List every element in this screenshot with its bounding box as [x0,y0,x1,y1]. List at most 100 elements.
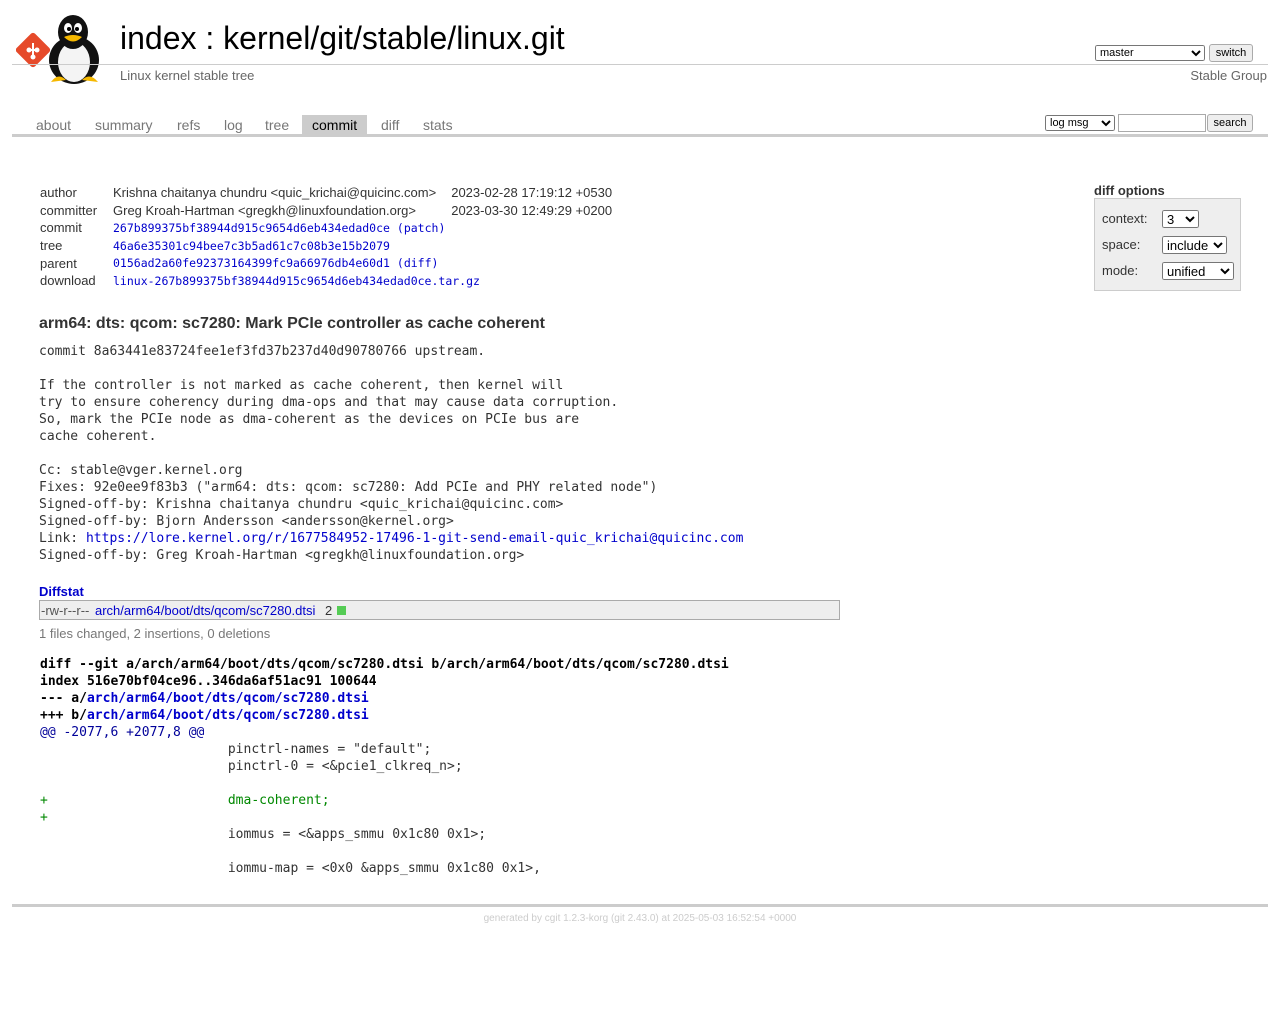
diffstat-insertion-bar [337,606,346,615]
parent-row: parent 0156ad2a60fe92373164399fc9a66976d… [40,254,612,272]
diffstat-table: -rw-r--r-- arch/arm64/boot/dts/qcom/sc72… [39,600,840,620]
diff-context-line: pinctrl-0 = <&pcie1_clkreq_n>; [40,759,463,774]
footer-prefix: generated by [483,913,545,924]
message-line: cache coherent. [39,429,157,444]
parent-diff-link[interactable]: diff [404,256,432,270]
parent-hash-cell: 0156ad2a60fe92373164399fc9a66976db4e60d1… [113,256,439,271]
diff-hunk-header: @@ -2077,6 +2077,8 @@ [40,725,205,740]
patch-link[interactable]: patch [404,221,439,235]
git-tux-logo-icon [15,15,99,84]
search-button[interactable]: search [1207,114,1253,132]
page-title: index : kernel/git/stable/linux.git [120,18,565,58]
committer-date: 2023-03-30 12:49:29 +0200 [451,202,613,218]
author-label: author [40,185,77,201]
diff-options-title: diff options [1094,183,1165,198]
tree-label: tree [40,238,63,254]
message-link-line: Link: https://lore.kernel.org/r/16775849… [39,530,743,547]
tab-commit[interactable]: commit [302,115,368,134]
switch-button[interactable]: switch [1209,44,1253,62]
diff-index-line: index 516e70bf04ce96..346da6af51ac91 100… [40,674,377,689]
diff-minus-line: --- a/arch/arm64/boot/dts/qcom/sc7280.dt… [40,690,729,707]
search-mode-select[interactable]: log msg [1045,115,1115,131]
lore-link[interactable]: https://lore.kernel.org/r/1677584952-174… [86,531,743,546]
message-line: If the controller is not marked as cache… [39,378,564,393]
diff-added-line: + [40,810,48,825]
tree-row: tree 46a6e35301c94bee7c3b5ad61c7c08b3e15… [40,237,612,255]
tab-tree[interactable]: tree [255,115,299,134]
space-select[interactable]: include [1162,236,1227,254]
author-value: Krishna chaitanya chundru <quic_krichai@… [113,185,437,201]
committer-value: Greg Kroah-Hartman <gregkh@linuxfoundati… [113,202,416,218]
space-label: space: [1102,237,1141,252]
tree-hash-link[interactable]: 46a6e35301c94bee7c3b5ad61c7c08b3e15b2079 [113,239,390,253]
mode-label: mode: [1102,263,1139,278]
diff-context-line [40,775,729,792]
message-line: So, mark the PCIe node as dma-coherent a… [39,412,580,427]
tab-summary[interactable]: summary [85,115,163,134]
repo-owner: Stable Group [1190,68,1267,83]
diffstat-count: 2 [325,603,333,618]
title-index-link[interactable]: index [120,20,197,56]
download-label: download [40,273,96,289]
message-blank [39,360,743,377]
diff-header-line: diff --git a/arch/arm64/boot/dts/qcom/sc… [40,657,729,672]
commit-hash-link[interactable]: 267b899375bf38944d915c9654d6eb434edad0ce [113,221,390,235]
message-line: Signed-off-by: Bjorn Andersson <andersso… [39,514,454,529]
download-link[interactable]: linux-267b899375bf38944d915c9654d6eb434e… [113,274,480,288]
link-prefix: Link: [39,531,86,546]
diff-context-line [40,843,729,860]
tab-refs[interactable]: refs [167,115,210,134]
minus-file-link[interactable]: arch/arm64/boot/dts/qcom/sc7280.dtsi [87,691,369,706]
tab-about[interactable]: about [26,115,81,134]
diff-added-line: + dma-coherent; [40,793,330,808]
download-row: download linux-267b899375bf38944d915c965… [40,272,612,290]
diffstat-file-mode: -rw-r--r-- [41,603,90,618]
footer: generated by cgit 1.2.3-korg (git 2.43.0… [0,913,1280,924]
commit-info-table: author Krishna chaitanya chundru <quic_k… [40,184,612,290]
commit-message: commit 8a63441e83724fee1ef3fd37b237d40d9… [39,343,743,564]
message-line: Fixes: 92e0ee9f83b3 ("arm64: dts: qcom: … [39,480,658,495]
cgit-version-link[interactable]: cgit 1.2.3-korg [545,913,608,924]
author-date: 2023-02-28 17:19:12 +0530 [451,185,613,201]
footer-git-version: (git 2.43.0) [610,913,659,924]
commit-hash-cell: 267b899375bf38944d915c9654d6eb434edad0ce… [113,220,446,235]
message-line: Signed-off-by: Krishna chaitanya chundru… [39,497,564,512]
search-input[interactable] [1118,114,1206,132]
tab-diff[interactable]: diff [371,115,409,134]
tree-hash-cell: 46a6e35301c94bee7c3b5ad61c7c08b3e15b2079 [113,237,612,255]
context-select[interactable]: 3 [1162,210,1199,228]
diff-context-line: iommu-map = <0x0 &apps_smmu 0x1c80 0x1>, [40,861,541,876]
message-line: commit 8a63441e83724fee1ef3fd37b237d40d9… [39,344,486,359]
repo-description: Linux kernel stable tree [120,68,255,83]
cgit-logo[interactable] [15,12,108,84]
message-blank [39,445,743,462]
branch-select[interactable]: master [1095,45,1205,61]
message-line: Signed-off-by: Greg Kroah-Hartman <gregk… [39,548,525,563]
parent-label: parent [40,255,77,271]
message-line: try to ensure coherency during dma-ops a… [39,395,619,410]
committer-row: committer Greg Kroah-Hartman <gregkh@lin… [40,202,612,220]
diff-plus-line: +++ b/arch/arm64/boot/dts/qcom/sc7280.dt… [40,707,729,724]
committer-label: committer [40,202,98,218]
diffstat-summary: 1 files changed, 2 insertions, 0 deletio… [39,626,271,641]
header-divider [12,64,1268,65]
diff-context-line: pinctrl-names = "default"; [40,742,432,757]
diffstat-file-anchor[interactable]: arch/arm64/boot/dts/qcom/sc7280.dtsi [95,603,315,618]
diffstat-header-link[interactable]: Diffstat [39,584,84,599]
plus-file-link[interactable]: arch/arm64/boot/dts/qcom/sc7280.dtsi [87,708,369,723]
tab-stats[interactable]: stats [413,115,463,134]
mode-select[interactable]: unified [1162,262,1234,280]
title-repo-link[interactable]: kernel/git/stable/linux.git [223,20,565,56]
commit-subject: arm64: dts: qcom: sc7280: Mark PCIe cont… [39,315,545,332]
message-line: Cc: stable@vger.kernel.org [39,463,243,478]
author-row: author Krishna chaitanya chundru <quic_k… [40,184,612,202]
tab-log[interactable]: log [214,115,253,134]
diff-view: diff --git a/arch/arm64/boot/dts/qcom/sc… [40,656,729,877]
commit-row: commit 267b899375bf38944d915c9654d6eb434… [40,219,612,237]
title-separator: : [196,20,224,56]
footer-divider [12,904,1268,907]
context-label: context: [1102,211,1148,226]
parent-hash-link[interactable]: 0156ad2a60fe92373164399fc9a66976db4e60d1 [113,256,390,270]
commit-label: commit [40,220,82,236]
diffstat-file-link[interactable]: arch/arm64/boot/dts/qcom/sc7280.dtsi [95,603,315,618]
